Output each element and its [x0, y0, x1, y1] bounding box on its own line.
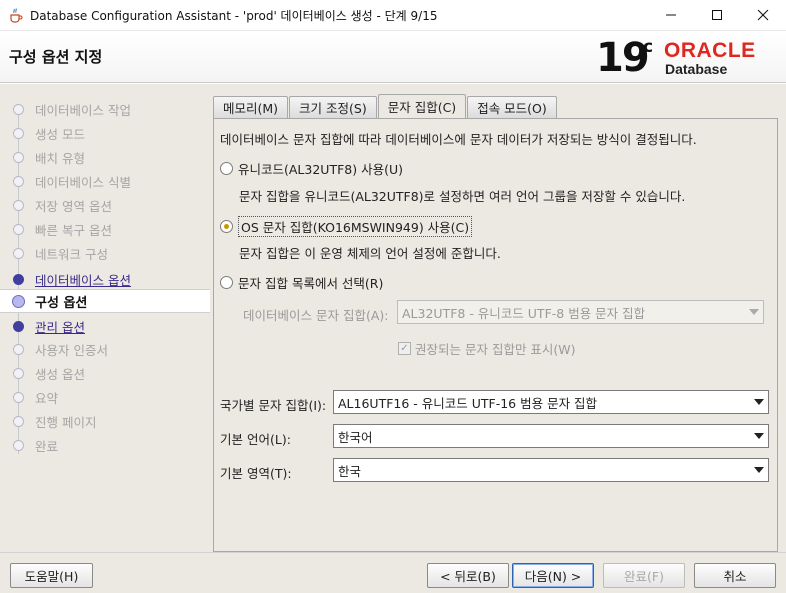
radio-unicode-label[interactable]: 유니코드(AL32UTF8) 사용(U)	[238, 159, 403, 178]
tab-character-sets[interactable]: 문자 집합(C)	[377, 94, 467, 118]
step-progress-page: 진행 페이지	[0, 410, 210, 432]
logo-product: Database	[665, 61, 728, 77]
chevron-down-icon	[749, 309, 759, 315]
step-dot-icon	[13, 343, 24, 355]
default-language-value: 한국어	[338, 429, 373, 445]
chevron-down-icon	[754, 467, 764, 473]
back-button[interactable]: < 뒤로(B)	[427, 563, 509, 588]
maximize-icon[interactable]	[694, 0, 740, 31]
radio-unicode-button[interactable]	[220, 162, 233, 175]
step-network-configuration: 네트워크 구성	[0, 242, 210, 264]
checkmark-icon: ✓	[398, 342, 411, 355]
step-dot-icon	[13, 199, 24, 211]
radio-os-charset[interactable]: OS 문자 집합(KO16MSWIN949) 사용(C)	[220, 216, 473, 237]
step-management-options[interactable]: 관리 옵션	[0, 315, 210, 337]
step-configuration-options: 구성 옵션	[0, 289, 210, 313]
step-database-operation: 데이터베이스 작업	[0, 98, 210, 120]
logo-brand: ORACLE	[664, 39, 756, 62]
logo-version: 19	[596, 35, 650, 81]
step-database-options[interactable]: 데이터베이스 옵션	[0, 268, 210, 290]
radio-choose-from-list-label[interactable]: 문자 집합 목록에서 선택(R)	[238, 273, 383, 292]
radio-unicode-description: 문자 집합을 유니코드(AL32UTF8)로 설정하면 여러 언어 그룹을 저장…	[239, 189, 686, 204]
step-fast-recovery-option: 빠른 복구 옵션	[0, 218, 210, 240]
radio-unicode[interactable]: 유니코드(AL32UTF8) 사용(U)	[220, 159, 403, 178]
step-dot-icon	[13, 439, 24, 451]
java-cup-icon	[8, 7, 24, 23]
step-summary: 요약	[0, 386, 210, 408]
recommended-only-checkbox: ✓ 권장되는 문자 집합만 표시(W)	[398, 339, 576, 358]
wizard-footer: 도움말(H) < 뒤로(B) 다음(N) > 완료(F) 취소	[0, 552, 786, 593]
step-dot-icon	[13, 320, 24, 332]
page-title: 구성 옵션 지정	[9, 48, 103, 66]
default-language-label: 기본 언어(L):	[220, 432, 291, 447]
chevron-down-icon	[754, 399, 764, 405]
step-dot-icon	[13, 175, 24, 187]
national-charset-value: AL16UTF16 - 유니코드 UTF-16 범용 문자 집합	[338, 395, 598, 411]
national-charset-select[interactable]: AL16UTF16 - 유니코드 UTF-16 범용 문자 집합	[333, 390, 769, 414]
db-charset-select: AL32UTF8 - 유니코드 UTF-8 범용 문자 집합	[397, 300, 764, 324]
db-charset-value: AL32UTF8 - 유니코드 UTF-8 범용 문자 집합	[402, 305, 646, 321]
oracle-logo: 19 c ORACLE Database	[596, 35, 776, 81]
next-button[interactable]: 다음(N) >	[512, 563, 594, 588]
title-bar: Database Configuration Assistant - 'prod…	[0, 0, 786, 31]
logo-suffix: c	[643, 37, 654, 57]
finish-button: 완료(F)	[603, 563, 685, 588]
default-territory-value: 한국	[338, 463, 362, 479]
step-storage-option: 저장 영역 옵션	[0, 194, 210, 216]
minimize-icon[interactable]	[648, 0, 694, 31]
tab-bar: 메모리(M) 크기 조정(S) 문자 집합(C) 접속 모드(O)	[213, 94, 558, 118]
character-sets-panel: 데이터베이스 문자 집합에 따라 데이터베이스에 문자 데이터가 저장되는 방식…	[213, 118, 778, 552]
default-language-select[interactable]: 한국어	[333, 424, 769, 448]
radio-os-charset-button[interactable]	[220, 220, 233, 233]
step-dot-icon	[13, 223, 24, 235]
step-dot-icon	[13, 415, 24, 427]
step-dot-icon	[13, 391, 24, 403]
main-content: 메모리(M) 크기 조정(S) 문자 집합(C) 접속 모드(O) 데이터베이스…	[210, 84, 786, 552]
radio-os-charset-label[interactable]: OS 문자 집합(KO16MSWIN949) 사용(C)	[238, 216, 473, 237]
page-header: 구성 옵션 지정 19 c ORACLE Database	[0, 31, 786, 83]
close-icon[interactable]	[740, 0, 786, 31]
step-deployment-type: 배치 유형	[0, 146, 210, 168]
radio-os-charset-description: 문자 집합은 이 운영 체제의 언어 설정에 준합니다.	[239, 246, 501, 261]
step-user-credentials: 사용자 인증서	[0, 338, 210, 360]
help-button[interactable]: 도움말(H)	[10, 563, 93, 588]
chevron-down-icon	[754, 433, 764, 439]
default-territory-select[interactable]: 한국	[333, 458, 769, 482]
default-territory-label: 기본 영역(T):	[220, 466, 292, 481]
radio-choose-from-list-button[interactable]	[220, 276, 233, 289]
window-title: Database Configuration Assistant - 'prod…	[30, 8, 438, 23]
step-dot-icon	[13, 127, 24, 139]
tab-sizing[interactable]: 크기 조정(S)	[289, 96, 377, 118]
recommended-only-label: 권장되는 문자 집합만 표시(W)	[415, 342, 576, 357]
step-current-dot-icon	[12, 294, 25, 308]
step-dot-icon	[13, 103, 24, 115]
step-navigator: 데이터베이스 작업 생성 모드 배치 유형 데이터베이스 식별 저장 영역 옵션…	[0, 84, 210, 552]
db-charset-label: 데이터베이스 문자 집합(A):	[243, 308, 389, 323]
step-finish: 완료	[0, 434, 210, 456]
tab-connection-mode[interactable]: 접속 모드(O)	[467, 96, 557, 118]
charset-description: 데이터베이스 문자 집합에 따라 데이터베이스에 문자 데이터가 저장되는 방식…	[220, 132, 697, 147]
step-creation-mode: 생성 모드	[0, 122, 210, 144]
step-creation-option: 생성 옵션	[0, 362, 210, 384]
step-database-identification: 데이터베이스 식별	[0, 170, 210, 192]
step-dot-icon	[13, 151, 24, 163]
step-dot-icon	[13, 367, 24, 379]
step-dot-icon	[13, 273, 24, 285]
step-dot-icon	[13, 247, 24, 259]
cancel-button[interactable]: 취소	[694, 563, 776, 588]
national-charset-label: 국가별 문자 집합(I):	[220, 398, 327, 413]
radio-choose-from-list[interactable]: 문자 집합 목록에서 선택(R)	[220, 273, 383, 292]
tab-memory[interactable]: 메모리(M)	[213, 96, 289, 118]
